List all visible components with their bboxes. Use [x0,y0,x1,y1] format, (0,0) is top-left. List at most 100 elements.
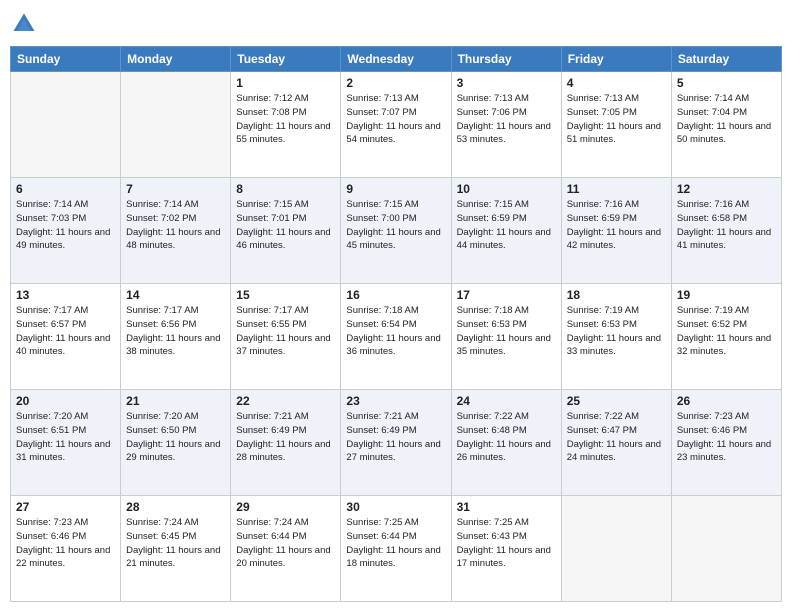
day-cell: 21 Sunrise: 7:20 AMSunset: 6:50 PMDayligh… [121,390,231,496]
day-number: 6 [16,182,115,196]
day-cell: 6 Sunrise: 7:14 AMSunset: 7:03 PMDaylight… [11,178,121,284]
day-cell [121,72,231,178]
day-header-sunday: Sunday [11,47,121,72]
day-cell: 23 Sunrise: 7:21 AMSunset: 6:49 PMDayligh… [341,390,451,496]
day-cell: 30 Sunrise: 7:25 AMSunset: 6:44 PMDayligh… [341,496,451,602]
day-cell: 22 Sunrise: 7:21 AMSunset: 6:49 PMDayligh… [231,390,341,496]
day-number: 3 [457,76,556,90]
day-number: 10 [457,182,556,196]
day-info: Sunrise: 7:15 AMSunset: 7:00 PMDaylight:… [346,198,445,253]
day-info: Sunrise: 7:23 AMSunset: 6:46 PMDaylight:… [677,410,776,465]
page: SundayMondayTuesdayWednesdayThursdayFrid… [0,0,792,612]
day-cell: 13 Sunrise: 7:17 AMSunset: 6:57 PMDayligh… [11,284,121,390]
day-info: Sunrise: 7:16 AMSunset: 6:58 PMDaylight:… [677,198,776,253]
day-number: 11 [567,182,666,196]
day-number: 26 [677,394,776,408]
day-cell: 9 Sunrise: 7:15 AMSunset: 7:00 PMDaylight… [341,178,451,284]
day-number: 23 [346,394,445,408]
day-header-saturday: Saturday [671,47,781,72]
day-cell: 25 Sunrise: 7:22 AMSunset: 6:47 PMDayligh… [561,390,671,496]
day-number: 13 [16,288,115,302]
day-number: 25 [567,394,666,408]
week-row-2: 6 Sunrise: 7:14 AMSunset: 7:03 PMDaylight… [11,178,782,284]
day-number: 12 [677,182,776,196]
day-header-tuesday: Tuesday [231,47,341,72]
day-number: 7 [126,182,225,196]
day-cell: 20Sunrise: 7:20 AMSunset: 6:51 PMDayligh… [11,390,121,496]
day-number: 16 [346,288,445,302]
day-info: Sunrise: 7:23 AMSunset: 6:46 PMDaylight:… [16,516,115,571]
day-number: 1 [236,76,335,90]
day-cell: 27Sunrise: 7:23 AMSunset: 6:46 PMDayligh… [11,496,121,602]
day-cell: 24 Sunrise: 7:22 AMSunset: 6:48 PMDayligh… [451,390,561,496]
day-info: Sunrise: 7:13 AMSunset: 7:06 PMDaylight:… [457,92,556,147]
day-number: 2 [346,76,445,90]
day-cell: 7 Sunrise: 7:14 AMSunset: 7:02 PMDaylight… [121,178,231,284]
day-cell: 4Sunrise: 7:13 AMSunset: 7:05 PMDaylight… [561,72,671,178]
day-cell [561,496,671,602]
day-number: 5 [677,76,776,90]
day-cell: 17Sunrise: 7:18 AMSunset: 6:53 PMDayligh… [451,284,561,390]
header-row: SundayMondayTuesdayWednesdayThursdayFrid… [11,47,782,72]
day-number: 22 [236,394,335,408]
day-number: 14 [126,288,225,302]
day-info: Sunrise: 7:24 AMSunset: 6:45 PMDaylight:… [126,516,225,571]
day-cell: 28 Sunrise: 7:24 AMSunset: 6:45 PMDayligh… [121,496,231,602]
day-cell: 8 Sunrise: 7:15 AMSunset: 7:01 PMDaylight… [231,178,341,284]
day-number: 18 [567,288,666,302]
day-info: Sunrise: 7:20 AMSunset: 6:50 PMDaylight:… [126,410,225,465]
day-number: 20 [16,394,115,408]
day-header-friday: Friday [561,47,671,72]
day-cell: 15Sunrise: 7:17 AMSunset: 6:55 PMDayligh… [231,284,341,390]
week-row-3: 13 Sunrise: 7:17 AMSunset: 6:57 PMDayligh… [11,284,782,390]
day-number: 29 [236,500,335,514]
day-info: Sunrise: 7:22 AMSunset: 6:48 PMDaylight:… [457,410,556,465]
day-info: Sunrise: 7:24 AMSunset: 6:44 PMDaylight:… [236,516,335,571]
day-info: Sunrise: 7:18 AMSunset: 6:53 PMDaylight:… [457,304,556,359]
day-number: 9 [346,182,445,196]
day-info: Sunrise: 7:15 AMSunset: 6:59 PMDaylight:… [457,198,556,253]
day-number: 4 [567,76,666,90]
day-info: Sunrise: 7:21 AMSunset: 6:49 PMDaylight:… [346,410,445,465]
day-cell: 1 Sunrise: 7:12 AMSunset: 7:08 PMDaylight… [231,72,341,178]
day-cell: 16 Sunrise: 7:18 AMSunset: 6:54 PMDayligh… [341,284,451,390]
calendar: SundayMondayTuesdayWednesdayThursdayFrid… [10,46,782,602]
day-number: 8 [236,182,335,196]
day-cell: 3 Sunrise: 7:13 AMSunset: 7:06 PMDaylight… [451,72,561,178]
day-header-thursday: Thursday [451,47,561,72]
day-number: 21 [126,394,225,408]
day-number: 24 [457,394,556,408]
day-number: 19 [677,288,776,302]
day-info: Sunrise: 7:18 AMSunset: 6:54 PMDaylight:… [346,304,445,359]
day-info: Sunrise: 7:15 AMSunset: 7:01 PMDaylight:… [236,198,335,253]
day-cell: 19Sunrise: 7:19 AMSunset: 6:52 PMDayligh… [671,284,781,390]
day-info: Sunrise: 7:12 AMSunset: 7:08 PMDaylight:… [236,92,335,147]
day-cell [11,72,121,178]
day-info: Sunrise: 7:17 AMSunset: 6:55 PMDaylight:… [236,304,335,359]
calendar-body: 1 Sunrise: 7:12 AMSunset: 7:08 PMDaylight… [11,72,782,602]
logo [10,10,42,38]
day-info: Sunrise: 7:17 AMSunset: 6:56 PMDaylight:… [126,304,225,359]
day-header-wednesday: Wednesday [341,47,451,72]
day-info: Sunrise: 7:17 AMSunset: 6:57 PMDaylight:… [16,304,115,359]
day-info: Sunrise: 7:16 AMSunset: 6:59 PMDaylight:… [567,198,666,253]
day-info: Sunrise: 7:25 AMSunset: 6:44 PMDaylight:… [346,516,445,571]
day-cell: 18 Sunrise: 7:19 AMSunset: 6:53 PMDayligh… [561,284,671,390]
day-cell: 5 Sunrise: 7:14 AMSunset: 7:04 PMDaylight… [671,72,781,178]
day-info: Sunrise: 7:22 AMSunset: 6:47 PMDaylight:… [567,410,666,465]
day-info: Sunrise: 7:21 AMSunset: 6:49 PMDaylight:… [236,410,335,465]
day-number: 28 [126,500,225,514]
day-info: Sunrise: 7:14 AMSunset: 7:04 PMDaylight:… [677,92,776,147]
day-cell: 31Sunrise: 7:25 AMSunset: 6:43 PMDayligh… [451,496,561,602]
day-header-monday: Monday [121,47,231,72]
day-cell: 11 Sunrise: 7:16 AMSunset: 6:59 PMDayligh… [561,178,671,284]
logo-icon [10,10,38,38]
day-info: Sunrise: 7:13 AMSunset: 7:07 PMDaylight:… [346,92,445,147]
day-info: Sunrise: 7:14 AMSunset: 7:03 PMDaylight:… [16,198,115,253]
calendar-header: SundayMondayTuesdayWednesdayThursdayFrid… [11,47,782,72]
day-number: 30 [346,500,445,514]
day-cell: 29 Sunrise: 7:24 AMSunset: 6:44 PMDayligh… [231,496,341,602]
day-info: Sunrise: 7:14 AMSunset: 7:02 PMDaylight:… [126,198,225,253]
week-row-4: 20Sunrise: 7:20 AMSunset: 6:51 PMDayligh… [11,390,782,496]
day-info: Sunrise: 7:19 AMSunset: 6:53 PMDaylight:… [567,304,666,359]
